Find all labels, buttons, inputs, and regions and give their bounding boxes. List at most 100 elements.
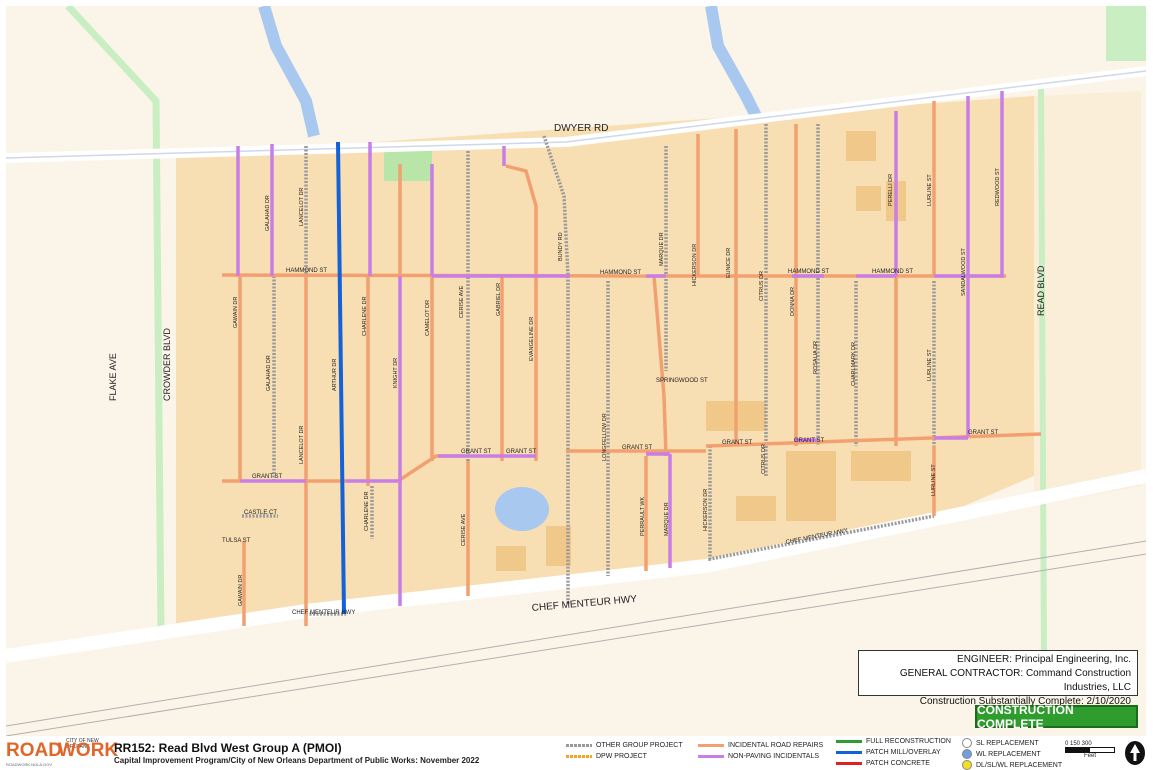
label-perelli: PERELLI DR bbox=[888, 174, 894, 206]
label-rosalia: ROSALIA DR bbox=[813, 341, 819, 374]
legend-wl: WL REPLACEMENT bbox=[962, 749, 1041, 759]
legend-dpw-label: DPW PROJECT bbox=[596, 753, 647, 760]
legend-purple-swatch bbox=[698, 755, 724, 758]
label-grant-2: GRANT ST bbox=[461, 449, 492, 455]
label-read-blvd: READ BLVD bbox=[1036, 265, 1046, 316]
legend-sl-label: SL REPLACEMENT bbox=[976, 739, 1039, 747]
map-title: RR152: Read Blvd West Group A (PMOI) bbox=[114, 741, 342, 755]
scale-unit: Feet bbox=[1083, 753, 1096, 759]
construction-complete-badge: CONSTRUCTION COMPLETE bbox=[975, 703, 1138, 731]
label-marque-1: MARQUE DR bbox=[659, 232, 665, 266]
legend-patch-concrete-label: PATCH CONCRETE bbox=[866, 760, 930, 767]
label-eunice: EUNICE DR bbox=[726, 248, 732, 278]
legend-dl-dot bbox=[962, 760, 972, 770]
label-grant-3: GRANT ST bbox=[506, 449, 537, 455]
label-evangeline: EVANGELINE DR bbox=[529, 317, 535, 361]
contractor-line: GENERAL CONTRACTOR: Command Construction… bbox=[899, 668, 1131, 693]
label-hammond-2: HAMMOND ST bbox=[600, 270, 641, 276]
legend-red-swatch bbox=[836, 762, 862, 765]
label-charlene-1: CHARLENE DR bbox=[362, 297, 368, 336]
label-cerise-1: CERISE AVE bbox=[459, 285, 465, 318]
map-subtitle: Capital Improvement Program/City of New … bbox=[114, 756, 480, 765]
scale-bar: 0 150 300 Feet bbox=[1065, 741, 1115, 759]
legend-incidental: INCIDENTAL ROAD REPAIRS bbox=[698, 742, 823, 749]
label-redwood: REDWOOD ST bbox=[995, 167, 1001, 206]
label-lancelot-1: LANCELOT DR bbox=[299, 188, 305, 226]
legend-sl: SL REPLACEMENT bbox=[962, 738, 1039, 748]
label-galahad-2: GALAHAD DR bbox=[266, 355, 272, 391]
label-hickerson-2: HICKERSON DR bbox=[703, 489, 709, 531]
legend-gray-swatch bbox=[566, 744, 592, 747]
label-cerise-2: CERISE AVE bbox=[461, 513, 467, 546]
label-citrus-2: CITRUS DR bbox=[761, 444, 767, 474]
label-flake: FLAKE AVE bbox=[108, 353, 118, 401]
legend-wl-label: WL REPLACEMENT bbox=[976, 750, 1041, 758]
legend-other-group-label: OTHER GROUP PROJECT bbox=[596, 742, 683, 749]
label-longfellow: LONGFELLOW DR bbox=[602, 413, 608, 461]
label-galahad-1: GALAHAD DR bbox=[265, 195, 271, 231]
label-crowder: CROWDER BLVD bbox=[162, 328, 172, 401]
label-donna: DONNA DR bbox=[790, 287, 796, 316]
legend-wl-dot bbox=[962, 749, 972, 759]
label-lancelot-2: LANCELOT DR bbox=[299, 426, 305, 464]
east-area bbox=[1034, 91, 1141, 506]
legend-blue-swatch bbox=[836, 751, 862, 754]
label-hammond-3: HAMMOND ST bbox=[788, 269, 829, 275]
north-arrow-icon bbox=[1125, 741, 1145, 765]
logo-road-text: ROAD bbox=[6, 740, 62, 761]
legend-sl-dot bbox=[962, 738, 972, 748]
label-grant-4: GRANT ST bbox=[622, 445, 653, 451]
park-ne bbox=[1106, 6, 1146, 61]
label-hickerson-1: HICKERSON DR bbox=[692, 244, 698, 286]
label-arthur: ARTHUR DR bbox=[332, 359, 338, 391]
label-gabriel: GABRIEL DR bbox=[496, 283, 502, 316]
legend-incidental-label: INCIDENTAL ROAD REPAIRS bbox=[728, 742, 824, 749]
legend-other-group: OTHER GROUP PROJECT bbox=[566, 742, 683, 749]
label-charlene-2: CHARLENE DR bbox=[364, 492, 370, 531]
label-grant-7: GRANT ST bbox=[968, 430, 999, 436]
legend-patch-concrete: PATCH CONCRETE bbox=[836, 760, 930, 767]
label-bundy: BUNDY RD bbox=[558, 232, 564, 261]
label-gawain-2: GAWAIN DR bbox=[238, 575, 244, 606]
project-info-box: ENGINEER: Principal Engineering, Inc. GE… bbox=[858, 650, 1138, 707]
label-tulsa: TULSA ST bbox=[222, 538, 251, 544]
label-dwyer: DWYER RD bbox=[554, 123, 608, 134]
legend-patch-mill-label: PATCH MILL/OVERLAY bbox=[866, 749, 941, 756]
pond bbox=[495, 487, 549, 531]
label-camelot: CAMELOT DR bbox=[425, 300, 431, 336]
legend-patch-mill: PATCH MILL/OVERLAY bbox=[836, 749, 941, 756]
map-frame: DWYER RD CHEF MENTEUR HWY CHEF MENTEUR H… bbox=[0, 0, 1153, 770]
project-map[interactable]: DWYER RD CHEF MENTEUR HWY CHEF MENTEUR H… bbox=[6, 6, 1146, 736]
legend-dpw-swatch bbox=[566, 755, 592, 758]
label-charlmark: CHARLMARK DR bbox=[851, 342, 857, 386]
label-grant-5: GRANT ST bbox=[722, 440, 753, 446]
label-lurline-1: LURLINE ST bbox=[927, 174, 933, 206]
label-castle: CASTLE CT bbox=[244, 510, 277, 516]
logo-tag-text: ROADWORK.NOLA.GOV bbox=[6, 762, 53, 767]
legend-non-paving-label: NON-PAVING INCIDENTALS bbox=[728, 753, 820, 760]
legend-dpw: DPW PROJECT bbox=[566, 753, 647, 760]
legend-non-paving: NON-PAVING INCIDENTALS bbox=[698, 753, 819, 760]
logo-work-text: WORK bbox=[58, 740, 119, 761]
label-marque-2: MARQUE DR bbox=[664, 502, 670, 536]
label-lurline-2: LURLINE ST bbox=[927, 349, 933, 381]
label-lurline-3: LURLINE ST bbox=[931, 464, 937, 496]
label-knight: KNIGHT DR bbox=[393, 358, 399, 388]
label-citrus-1: CITRUS DR bbox=[759, 271, 765, 301]
legend-green-swatch bbox=[836, 740, 862, 743]
label-sandalwood: SANDALWOOD ST bbox=[961, 247, 967, 296]
engineer-line: ENGINEER: Principal Engineering, Inc. bbox=[957, 654, 1131, 665]
legend-dl-label: DL/SL/WL REPLACEMENT bbox=[976, 761, 1063, 769]
label-hammond-1: HAMMOND ST bbox=[286, 268, 327, 274]
label-perrault: PERRAULT WK bbox=[640, 496, 646, 536]
legend-orange-swatch bbox=[698, 744, 724, 747]
legend-dl: DL/SL/WL REPLACEMENT bbox=[962, 760, 1062, 770]
legend-full-recon-label: FULL RECONSTRUCTION bbox=[866, 738, 951, 745]
label-gawain-1: GAWAIN DR bbox=[233, 297, 239, 328]
label-chef-menteur-small: CHEF MENTEUR HWY bbox=[292, 610, 355, 616]
roadwork-logo: ROAD CITY OF NEW ORLEANS WORK ROADWORK.N… bbox=[6, 738, 118, 768]
label-springwood: SPRINGWOOD ST bbox=[656, 378, 708, 384]
label-hammond-4: HAMMOND ST bbox=[872, 269, 913, 275]
label-grant-6: GRANT ST bbox=[794, 438, 825, 444]
label-grant-1: GRANT ST bbox=[252, 474, 283, 480]
